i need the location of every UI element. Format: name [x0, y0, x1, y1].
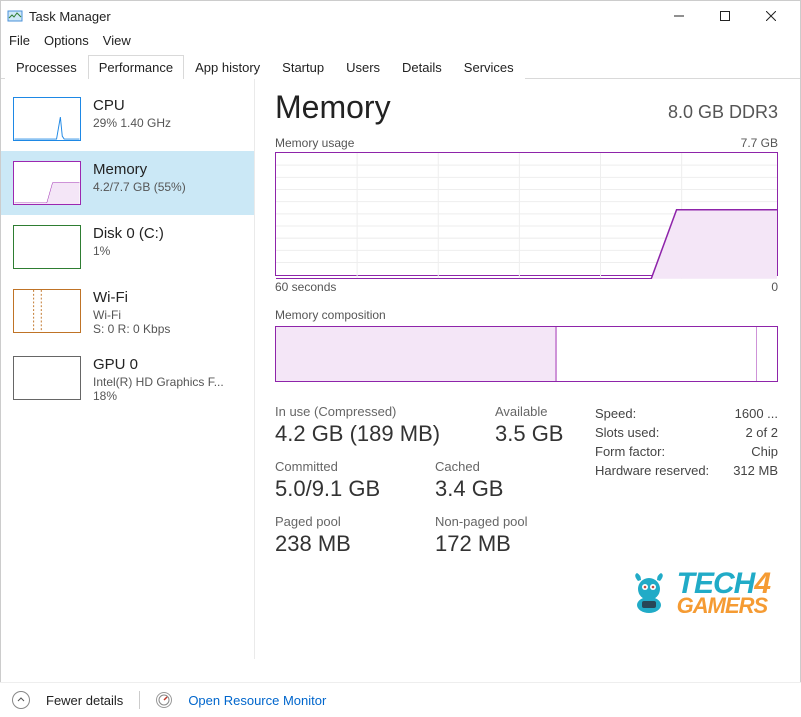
tab-users[interactable]: Users	[335, 55, 391, 79]
gpu-thumb-icon	[13, 356, 81, 400]
slots-value: 2 of 2	[745, 425, 778, 440]
form-value: Chip	[751, 444, 778, 459]
memory-capacity: 8.0 GB DDR3	[668, 102, 778, 123]
memory-composition-bar[interactable]	[275, 326, 778, 382]
sidebar-item-label: GPU 0	[93, 356, 224, 373]
nonpaged-label: Non-paged pool	[435, 514, 528, 529]
available-label: Available	[495, 404, 563, 419]
available-value: 3.5 GB	[495, 421, 563, 447]
composition-standby	[557, 327, 757, 381]
memory-thumb-icon	[13, 161, 81, 205]
sidebar-item-sub: 29% 1.40 GHz	[93, 116, 171, 130]
sidebar-item-sub: 1%	[93, 244, 164, 258]
nonpaged-value: 172 MB	[435, 531, 528, 557]
graph-axis-left: 60 seconds	[275, 280, 336, 294]
menu-options[interactable]: Options	[44, 33, 89, 48]
mascot-icon	[627, 571, 671, 615]
speed-value: 1600 ...	[735, 406, 778, 421]
close-button[interactable]	[748, 1, 794, 31]
cached-label: Cached	[435, 459, 503, 474]
page-title: Memory	[275, 89, 391, 126]
sidebar-item-sub2: 18%	[93, 389, 224, 403]
hw-value: 312 MB	[733, 463, 778, 478]
disk-thumb-icon	[13, 225, 81, 269]
menu-file[interactable]: File	[9, 33, 30, 48]
cached-value: 3.4 GB	[435, 476, 503, 502]
sidebar-item-label: Wi-Fi	[93, 289, 170, 306]
tab-services[interactable]: Services	[453, 55, 525, 79]
composition-label: Memory composition	[275, 308, 778, 322]
sidebar: CPU 29% 1.40 GHz Memory 4.2/7.7 GB (55%)…	[1, 79, 255, 659]
fewer-details-link[interactable]: Fewer details	[46, 693, 123, 708]
sidebar-item-sub: Wi-Fi	[93, 308, 170, 322]
main-panel: Memory 8.0 GB DDR3 Memory usage 7.7 GB	[255, 79, 800, 659]
sidebar-item-cpu[interactable]: CPU 29% 1.40 GHz	[1, 87, 254, 151]
form-label: Form factor:	[595, 444, 665, 459]
tab-details[interactable]: Details	[391, 55, 453, 79]
maximize-button[interactable]	[702, 1, 748, 31]
sidebar-item-sub: Intel(R) HD Graphics F...	[93, 375, 224, 389]
in-use-label: In use (Compressed)	[275, 404, 475, 419]
graph-axis-right: 0	[771, 280, 778, 294]
separator	[139, 691, 140, 709]
committed-value: 5.0/9.1 GB	[275, 476, 415, 502]
composition-free	[757, 327, 777, 381]
tab-performance[interactable]: Performance	[88, 55, 184, 79]
graph-label-left: Memory usage	[275, 136, 354, 150]
sidebar-item-label: Memory	[93, 161, 186, 178]
tab-app-history[interactable]: App history	[184, 55, 271, 79]
sidebar-item-gpu[interactable]: GPU 0 Intel(R) HD Graphics F... 18%	[1, 346, 254, 413]
watermark-logo: TECH4 GAMERS	[627, 567, 770, 619]
resource-monitor-icon	[156, 692, 172, 708]
hw-label: Hardware reserved:	[595, 463, 709, 478]
sidebar-item-wifi[interactable]: Wi-Fi Wi-Fi S: 0 R: 0 Kbps	[1, 279, 254, 346]
titlebar: Task Manager	[1, 1, 800, 31]
chevron-up-icon[interactable]	[12, 691, 30, 709]
tab-processes[interactable]: Processes	[5, 55, 88, 79]
minimize-button[interactable]	[656, 1, 702, 31]
memory-usage-graph[interactable]	[275, 152, 778, 276]
committed-label: Committed	[275, 459, 415, 474]
wifi-thumb-icon	[13, 289, 81, 333]
sidebar-item-memory[interactable]: Memory 4.2/7.7 GB (55%)	[1, 151, 254, 215]
tabbar: Processes Performance App history Startu…	[1, 54, 800, 79]
paged-label: Paged pool	[275, 514, 415, 529]
window-title: Task Manager	[29, 9, 111, 24]
graph-label-right: 7.7 GB	[741, 136, 778, 150]
composition-in-use	[276, 327, 557, 381]
sidebar-item-label: Disk 0 (C:)	[93, 225, 164, 242]
footer: Fewer details Open Resource Monitor	[0, 682, 801, 717]
open-resource-monitor-link[interactable]: Open Resource Monitor	[188, 693, 326, 708]
sidebar-item-sub: 4.2/7.7 GB (55%)	[93, 180, 186, 194]
slots-label: Slots used:	[595, 425, 659, 440]
tab-startup[interactable]: Startup	[271, 55, 335, 79]
paged-value: 238 MB	[275, 531, 415, 557]
menu-view[interactable]: View	[103, 33, 131, 48]
cpu-thumb-icon	[13, 97, 81, 141]
sidebar-item-disk[interactable]: Disk 0 (C:) 1%	[1, 215, 254, 279]
sidebar-item-label: CPU	[93, 97, 171, 114]
menubar: File Options View	[1, 31, 800, 54]
sidebar-item-sub2: S: 0 R: 0 Kbps	[93, 322, 170, 336]
in-use-value: 4.2 GB (189 MB)	[275, 421, 475, 447]
task-manager-icon	[7, 8, 23, 24]
speed-label: Speed:	[595, 406, 636, 421]
